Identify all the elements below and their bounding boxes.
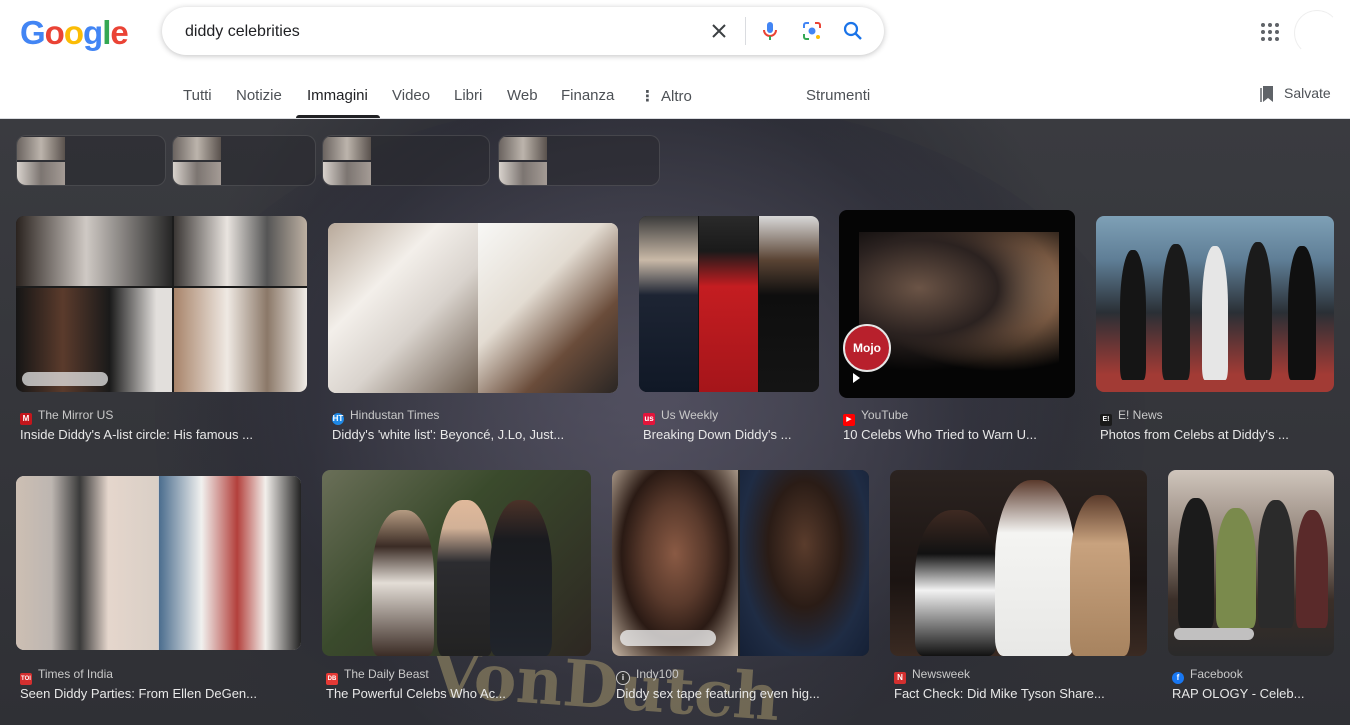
tab-finanza[interactable]: Finanza	[561, 87, 614, 104]
apps-grid-icon[interactable]	[1258, 20, 1282, 44]
image-result-1[interactable]: M The Mirror US Inside Diddy's A-list cir…	[16, 216, 307, 456]
result-source-name: The Mirror US	[38, 408, 114, 422]
tab-web[interactable]: Web	[507, 87, 538, 104]
tab-tutti[interactable]: Tutti	[183, 87, 212, 104]
result-title[interactable]: Diddy sex tape featuring even hig...	[616, 686, 868, 701]
tab-notizie[interactable]: Notizie	[236, 87, 282, 104]
youtube-favicon-icon: ▶	[843, 414, 855, 426]
result-thumbnail	[1168, 470, 1334, 656]
search-tabs: Tutti Notizie Immagini Video Libri Web F…	[0, 80, 1350, 119]
source-favicon-icon: M	[20, 413, 32, 425]
result-source: DB The Daily Beast	[326, 667, 429, 685]
result-source-name: Newsweek	[912, 667, 971, 681]
saved-label: Salvate	[1284, 85, 1331, 101]
chip-thumbnail	[173, 136, 221, 185]
source-favicon-icon: N	[894, 672, 906, 684]
tab-libri[interactable]: Libri	[454, 87, 482, 104]
result-source-name: Indy100	[636, 667, 679, 681]
result-thumbnail	[16, 476, 301, 650]
result-title[interactable]: The Powerful Celebs Who Ac...	[326, 686, 590, 701]
image-result-2[interactable]: HT Hindustan Times Diddy's 'white list': …	[328, 216, 618, 456]
tab-altro-label: Altro	[661, 88, 692, 105]
play-icon	[853, 373, 860, 383]
camera-lens-icon[interactable]	[800, 19, 824, 43]
google-logo[interactable]: Google	[20, 14, 129, 52]
source-favicon-icon: HT	[332, 413, 344, 425]
result-thumbnail: Mojo	[839, 210, 1075, 398]
search-icon[interactable]	[841, 19, 865, 43]
saved-button[interactable]: Salvate	[1260, 85, 1331, 103]
chip-thumbnail	[17, 136, 65, 185]
tab-altro[interactable]: ⋮ Altro	[640, 87, 692, 105]
image-results-overlay: VonDutch M The Mirror US Inside Diddy's …	[0, 119, 1350, 725]
bookmark-icon	[1260, 86, 1273, 102]
search-box[interactable]	[162, 7, 884, 55]
result-thumbnail	[1096, 216, 1334, 392]
result-thumbnail	[328, 223, 618, 393]
result-source-name: Hindustan Times	[350, 408, 440, 422]
result-title[interactable]: 10 Celebs Who Tried to Warn U...	[843, 427, 1075, 442]
google-images-page: Google diddy celebrities Tutti Notizie I…	[0, 0, 1350, 725]
tab-video[interactable]: Video	[392, 87, 430, 104]
result-title[interactable]: RAP OLOGY - Celeb...	[1172, 686, 1334, 701]
tools-button[interactable]: Strumenti	[806, 87, 870, 104]
result-thumbnail	[322, 470, 591, 656]
facebook-favicon-icon: f	[1172, 672, 1184, 684]
result-title[interactable]: Diddy's 'white list': Beyoncé, J.Lo, Jus…	[332, 427, 617, 442]
microphone-icon[interactable]	[758, 19, 782, 43]
result-title[interactable]: Breaking Down Diddy's ...	[643, 427, 823, 442]
image-result-4[interactable]: Mojo ▶ YouTube 10 Celebs Who Tried to War…	[839, 210, 1075, 456]
result-thumbnail	[890, 470, 1147, 656]
result-source: HT Hindustan Times	[332, 408, 439, 425]
result-source: ▶ YouTube	[843, 408, 908, 426]
result-title[interactable]: Seen Diddy Parties: From Ellen DeGen...	[20, 686, 300, 701]
result-source: i Indy100	[616, 667, 679, 685]
related-chip-4[interactable]	[498, 135, 660, 186]
source-favicon-icon: us	[643, 413, 655, 425]
result-source-name: Times of India	[38, 667, 113, 681]
result-source-name: Facebook	[1190, 667, 1243, 681]
result-thumbnail	[612, 470, 869, 656]
search-input[interactable]	[183, 19, 687, 45]
mojo-logo: Mojo	[843, 324, 891, 372]
source-favicon-icon: DB	[326, 673, 338, 685]
result-title[interactable]: Photos from Celebs at Diddy's ...	[1100, 427, 1334, 442]
image-result-7[interactable]: DB The Daily Beast The Powerful Celebs Wh…	[322, 470, 591, 716]
related-chip-1[interactable]	[16, 135, 166, 186]
image-result-8[interactable]: i Indy100 Diddy sex tape featuring even h…	[612, 470, 869, 716]
source-favicon-icon: i	[616, 671, 630, 685]
result-thumbnail	[16, 216, 307, 392]
result-source-name: The Daily Beast	[344, 667, 429, 681]
more-vert-icon: ⋮	[640, 88, 655, 105]
image-result-3[interactable]: us Us Weekly Breaking Down Diddy's ...	[639, 216, 819, 456]
result-source: TOI Times of India	[20, 667, 113, 685]
result-source: M The Mirror US	[20, 408, 113, 425]
image-result-5[interactable]: E! E! News Photos from Celebs at Diddy's …	[1096, 216, 1334, 456]
result-source: E! E! News	[1100, 408, 1163, 426]
chip-thumbnail	[499, 136, 547, 185]
result-source: us Us Weekly	[643, 408, 718, 425]
image-result-10[interactable]: f Facebook RAP OLOGY - Celeb...	[1168, 470, 1334, 716]
image-result-9[interactable]: N Newsweek Fact Check: Did Mike Tyson Sha…	[890, 470, 1147, 716]
search-divider	[745, 17, 746, 45]
close-icon[interactable]	[707, 19, 731, 43]
result-source-name: Us Weekly	[661, 408, 719, 422]
result-source-name: E! News	[1118, 408, 1163, 422]
result-thumbnail	[639, 216, 819, 392]
related-chip-3[interactable]	[322, 135, 490, 186]
related-chip-2[interactable]	[172, 135, 316, 186]
result-title[interactable]: Inside Diddy's A-list circle: His famous…	[20, 427, 305, 442]
image-result-6[interactable]: TOI Times of India Seen Diddy Parties: Fr…	[16, 476, 301, 716]
chip-thumbnail	[323, 136, 371, 185]
tab-immagini[interactable]: Immagini	[307, 87, 368, 104]
account-avatar[interactable]	[1294, 10, 1340, 56]
source-favicon-icon: TOI	[20, 673, 32, 685]
result-source: N Newsweek	[894, 667, 970, 684]
result-source-name: YouTube	[861, 408, 909, 422]
result-source: f Facebook	[1172, 667, 1243, 684]
header: Google diddy celebrities Tutti Notizie I…	[0, 0, 1350, 119]
result-title[interactable]: Fact Check: Did Mike Tyson Share...	[894, 686, 1146, 701]
active-tab-indicator	[296, 115, 380, 118]
source-favicon-icon: E!	[1100, 414, 1112, 426]
